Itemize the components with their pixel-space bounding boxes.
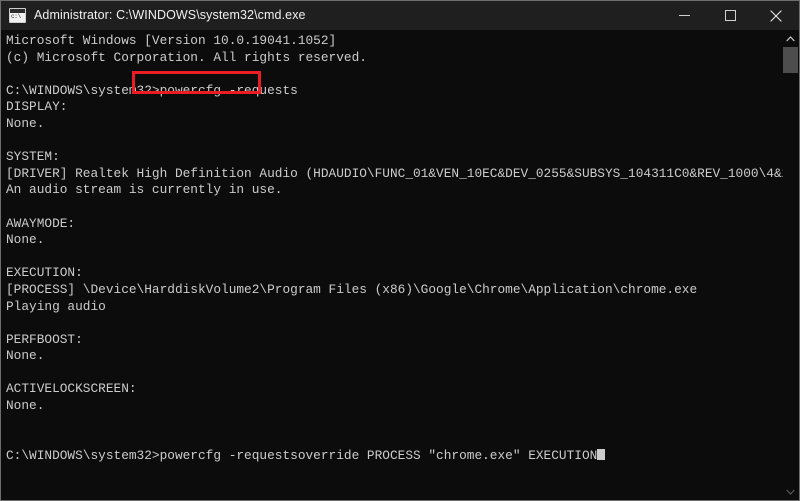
minimize-button[interactable]: [661, 1, 707, 30]
scrollbar-up-button[interactable]: [783, 30, 798, 47]
maximize-button[interactable]: [707, 1, 753, 30]
console-line: ACTIVELOCKSCREEN:: [6, 381, 137, 397]
cmd-console-icon: [9, 8, 26, 23]
close-button[interactable]: [753, 1, 799, 30]
console-line: None.: [6, 398, 45, 414]
console-scrollbar[interactable]: [783, 30, 798, 500]
console-line: (c) Microsoft Corporation. All rights re…: [6, 49, 367, 65]
maximize-icon: [724, 10, 736, 21]
console-line: DISPLAY:: [6, 99, 68, 115]
console-line: EXECUTION:: [6, 265, 83, 281]
text-cursor: [597, 448, 606, 460]
console-output[interactable]: Microsoft Windows [Version 10.0.19041.10…: [2, 30, 785, 500]
console-line: Microsoft Windows [Version 10.0.19041.10…: [6, 33, 337, 48]
console-line: C:\WINDOWS\system32>powercfg -requestsov…: [6, 448, 785, 465]
console-line: SYSTEM:: [6, 149, 60, 165]
console-line: None.: [6, 115, 45, 131]
minimize-icon: [678, 15, 690, 16]
window-title: Administrator: C:\WINDOWS\system32\cmd.e…: [34, 8, 306, 22]
cmd-console-window: Administrator: C:\WINDOWS\system32\cmd.e…: [0, 0, 800, 501]
console-line: AWAYMODE:: [6, 215, 76, 231]
window-titlebar[interactable]: Administrator: C:\WINDOWS\system32\cmd.e…: [1, 1, 799, 30]
console-line: PERFBOOST:: [6, 331, 83, 347]
scrollbar-track[interactable]: [783, 47, 798, 483]
console-line: [PROCESS] \Device\HarddiskVolume2\Progra…: [6, 281, 698, 297]
scrollbar-down-button[interactable]: [783, 483, 798, 500]
scrollbar-thumb[interactable]: [783, 47, 798, 73]
chevron-up-icon: [786, 35, 795, 41]
console-line: None.: [6, 232, 45, 248]
console-line: An audio stream is currently in use.: [6, 182, 283, 198]
console-line: None.: [6, 348, 45, 364]
console-line: Playing audio: [6, 298, 106, 314]
console-line: [DRIVER] Realtek High Definition Audio (…: [6, 165, 785, 181]
chevron-down-icon: [786, 489, 795, 495]
close-icon: [770, 9, 782, 22]
console-line: C:\WINDOWS\system32>powercfg -requests: [6, 82, 298, 98]
